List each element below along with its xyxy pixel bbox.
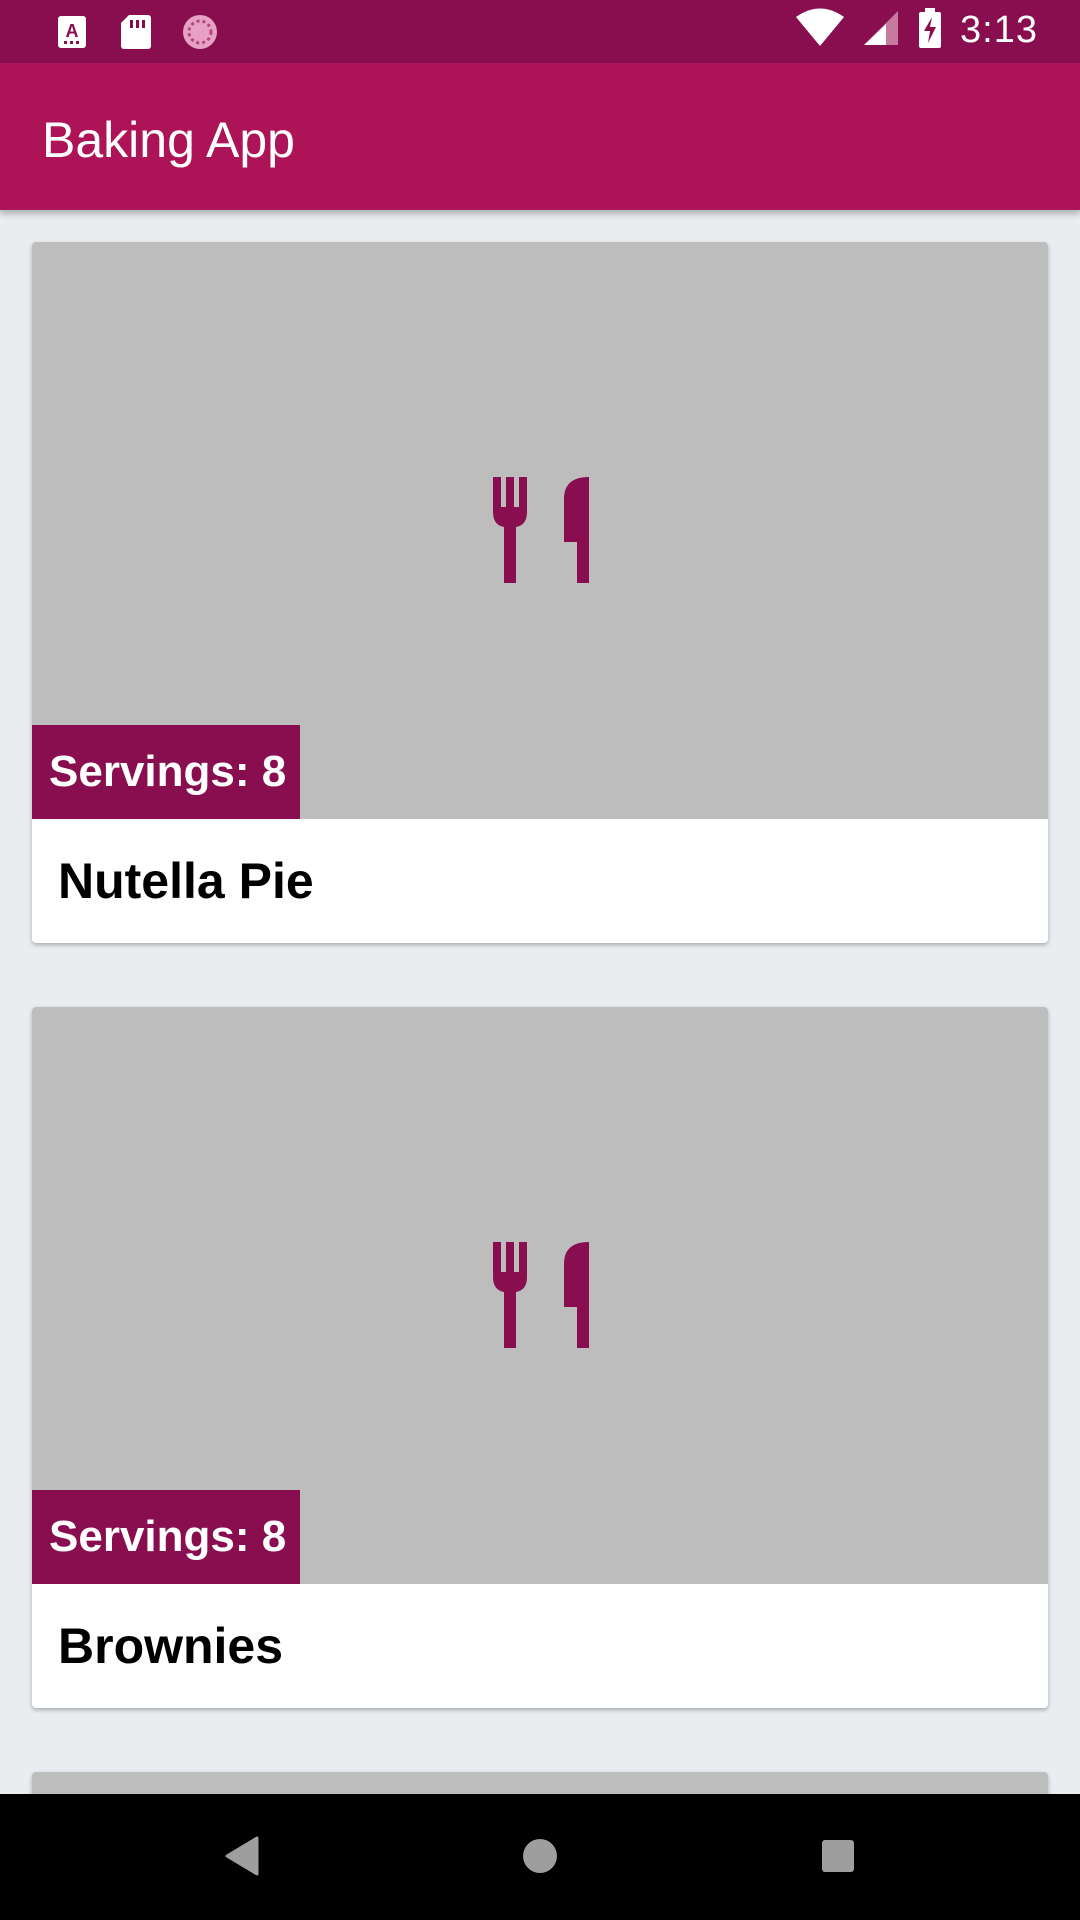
back-icon[interactable]	[211, 1826, 271, 1886]
recipe-image: Servings: 8	[32, 1007, 1048, 1584]
wifi-icon	[796, 8, 845, 53]
recipe-name: Nutella Pie	[58, 853, 314, 909]
status-right-icons: 3:13	[796, 8, 1038, 53]
navigation-bar	[0, 1794, 1080, 1920]
app-title: Baking App	[42, 112, 295, 168]
sd-card-icon	[116, 12, 156, 52]
app-bar: Baking App	[0, 63, 1080, 210]
recipe-name: Brownies	[58, 1618, 284, 1674]
recipe-image	[32, 1772, 1048, 1794]
sync-icon	[180, 12, 220, 52]
recipe-card-partial[interactable]	[32, 1772, 1048, 1794]
restaurant-icon	[493, 1242, 589, 1348]
recipe-card[interactable]: Servings: 8 Nutella Pie	[32, 242, 1048, 943]
status-clock: 3:13	[960, 9, 1038, 51]
battery-charging-icon	[918, 8, 942, 53]
servings-badge: Servings: 8	[32, 725, 300, 819]
svg-text:A: A	[66, 21, 79, 41]
recipe-list[interactable]: Servings: 8 Nutella Pie Servings: 8 Brow…	[0, 210, 1080, 1794]
servings-badge: Servings: 8	[32, 1490, 300, 1584]
status-bar: A 3:13	[0, 0, 1080, 63]
status-left-icons: A	[52, 12, 220, 52]
recipe-card[interactable]: Servings: 8 Brownies	[32, 1007, 1048, 1708]
app-a-icon: A	[52, 12, 92, 52]
recipe-image: Servings: 8	[32, 242, 1048, 819]
signal-icon	[862, 9, 900, 52]
home-icon[interactable]	[510, 1826, 570, 1886]
recents-icon[interactable]	[808, 1826, 868, 1886]
restaurant-icon	[493, 477, 589, 583]
